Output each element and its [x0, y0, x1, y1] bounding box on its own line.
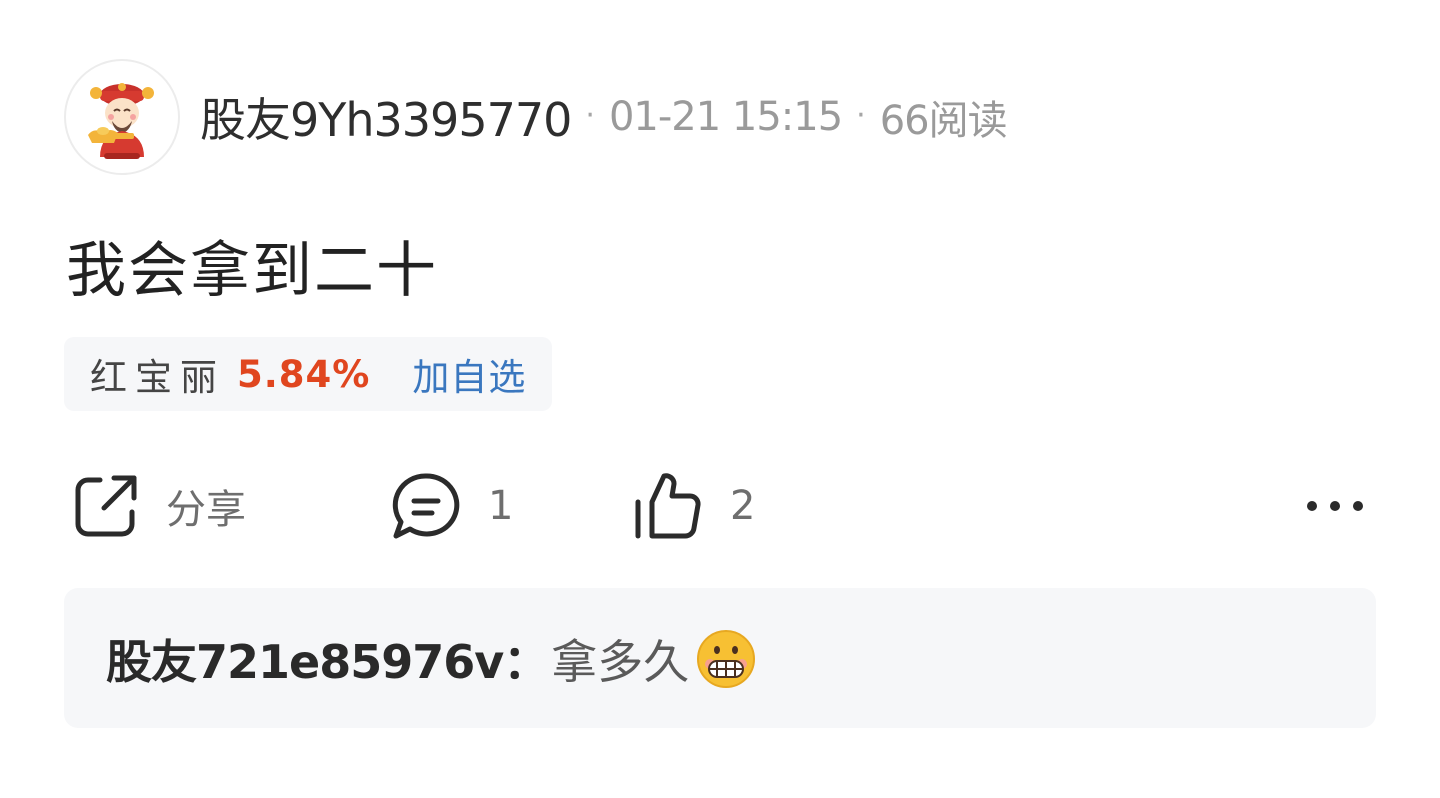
post-card: 股友9Yh3395770 · 01-21 15:15 · 66阅读 我会拿到二十… [0, 0, 1440, 798]
view-count: 66阅读 [879, 98, 1008, 144]
grimacing-face-emoji-icon [695, 628, 757, 690]
meta-separator: · [585, 97, 595, 133]
post-meta: 股友9Yh3395770 · 01-21 15:15 · 66阅读 [200, 84, 1008, 150]
like-button[interactable]: 2 [630, 466, 755, 546]
stock-chip[interactable]: 红宝丽 5.84% 加自选 [64, 337, 553, 411]
comment-icon [392, 473, 460, 539]
more-button[interactable] [1302, 466, 1368, 546]
add-to-watchlist-button[interactable]: 加自选 [412, 347, 526, 401]
stock-change: 5.84% [237, 352, 371, 396]
comment-username[interactable]: 股友721e85976v [106, 626, 504, 692]
thumbs-up-icon [635, 473, 701, 539]
post-time: 01-21 15:15 [608, 94, 843, 140]
comment-preview[interactable]: 股友721e85976v ： 拿多久 [64, 588, 1376, 728]
comment-count: 1 [488, 483, 514, 529]
like-count: 2 [730, 483, 756, 529]
post-content[interactable]: 我会拿到二十 [66, 222, 438, 309]
comment-text: 拿多久 [551, 635, 690, 689]
meta-separator: · [856, 97, 866, 133]
comment-separator: ： [503, 635, 550, 689]
share-label: 分享 [166, 487, 246, 533]
comment-item[interactable]: 股友721e85976v ： 拿多久 [106, 624, 757, 694]
share-icon [75, 475, 137, 537]
comment-button[interactable]: 1 [388, 466, 513, 546]
action-bar: 分享 1 2 [70, 466, 1370, 546]
username[interactable]: 股友9Yh3395770 [200, 84, 572, 150]
share-button[interactable]: 分享 [70, 466, 246, 546]
stock-name[interactable]: 红宝丽 [90, 347, 225, 401]
post-header: 股友9Yh3395770 · 01-21 15:15 · 66阅读 [64, 57, 1008, 177]
avatar[interactable] [64, 59, 180, 175]
fortune-god-avatar-icon [88, 83, 154, 159]
more-icon [1307, 501, 1363, 511]
